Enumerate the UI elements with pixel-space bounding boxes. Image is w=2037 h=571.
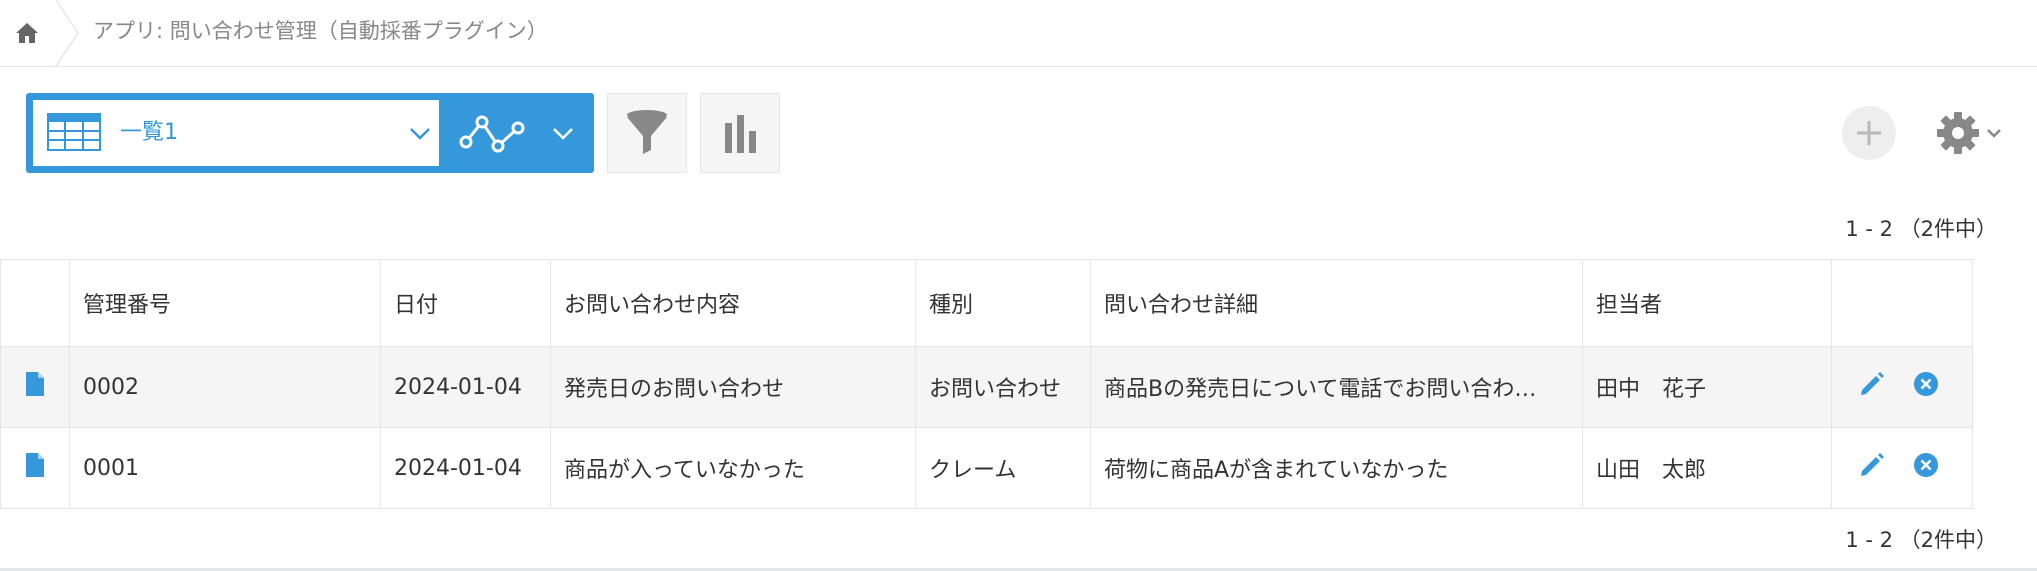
home-icon [16,23,38,43]
table-cell: 0002 [69,346,381,428]
close-circle-icon [1914,453,1938,477]
chevron-down-icon [1987,129,2001,138]
filter-button[interactable] [607,93,687,173]
chart-button[interactable] [700,93,780,173]
column-header[interactable]: 問い合わせ詳細 [1090,259,1583,347]
gear-icon [1937,112,1979,154]
table-cell: 田中 花子 [1582,346,1832,428]
table-cell: 0001 [69,427,381,509]
close-circle-icon [1914,372,1938,396]
edit-button[interactable] [1858,370,1886,404]
table-cell: 2024-01-04 [380,427,551,509]
filter-funnel-icon [627,110,667,154]
line-graph-icon [459,115,525,153]
table-cell: 商品Bの発売日について電話でお問い合わ… [1090,346,1583,428]
delete-button[interactable] [1913,452,1939,484]
column-header[interactable]: 担当者 [1582,259,1832,347]
settings-button[interactable] [1936,108,2008,158]
records-table: 管理番号 日付 お問い合わせ内容 種別 問い合わせ詳細 担当者 0002 202… [0,259,1973,509]
table-cell: お問い合わせ [915,346,1091,428]
table-cell: 山田 太郎 [1582,427,1832,509]
table-cell: クレーム [915,427,1091,509]
pagination-top: 1 - 2 （2件中） [1845,217,1997,241]
column-header[interactable]: お問い合わせ内容 [550,259,916,347]
table-cell: 発売日のお問い合わせ [550,346,916,428]
table-cell: 2024-01-04 [380,346,551,428]
document-icon [26,372,44,396]
breadcrumb-bar: アプリ: 問い合わせ管理（自動採番プラグイン） [0,0,2037,67]
pagination-bottom: 1 - 2 （2件中） [1845,528,1997,552]
column-header[interactable]: 日付 [380,259,551,347]
pencil-icon [1861,453,1884,476]
row-actions [1831,427,1973,509]
row-actions [1831,346,1973,428]
table-row: 0002 2024-01-04 発売日のお問い合わせ お問い合わせ 商品Bの発売… [0,346,1973,428]
table-cell: 荷物に商品Aが含まれていなかった [1090,427,1583,509]
table-view-icon [47,113,101,151]
view-selector-group: 一覧1 [26,93,594,173]
graph-select[interactable] [450,100,586,166]
bar-chart-icon [725,115,756,153]
chevron-down-icon [410,128,430,140]
table-row: 0001 2024-01-04 商品が入っていなかった クレーム 荷物に商品Aが… [0,427,1973,509]
document-icon [26,453,44,477]
pencil-icon [1861,372,1884,395]
add-record-button[interactable] [1842,106,1896,160]
breadcrumb-separator-icon [55,0,79,66]
table-cell: 商品が入っていなかった [550,427,916,509]
edit-button[interactable] [1858,451,1886,485]
view-name: 一覧1 [120,120,178,145]
detail-cell[interactable] [0,427,70,509]
column-header-detail [0,259,70,347]
table-header-row: 管理番号 日付 お問い合わせ内容 種別 問い合わせ詳細 担当者 [0,259,1973,347]
view-select[interactable]: 一覧1 [33,100,439,166]
home-button[interactable] [0,0,54,66]
column-header[interactable]: 管理番号 [69,259,381,347]
delete-button[interactable] [1913,371,1939,403]
detail-cell[interactable] [0,346,70,428]
chevron-down-icon [553,128,573,140]
plus-icon [1857,121,1881,145]
column-header-actions [1831,259,1973,347]
app-title: アプリ: 問い合わせ管理（自動採番プラグイン） [93,19,548,43]
column-header[interactable]: 種別 [915,259,1091,347]
